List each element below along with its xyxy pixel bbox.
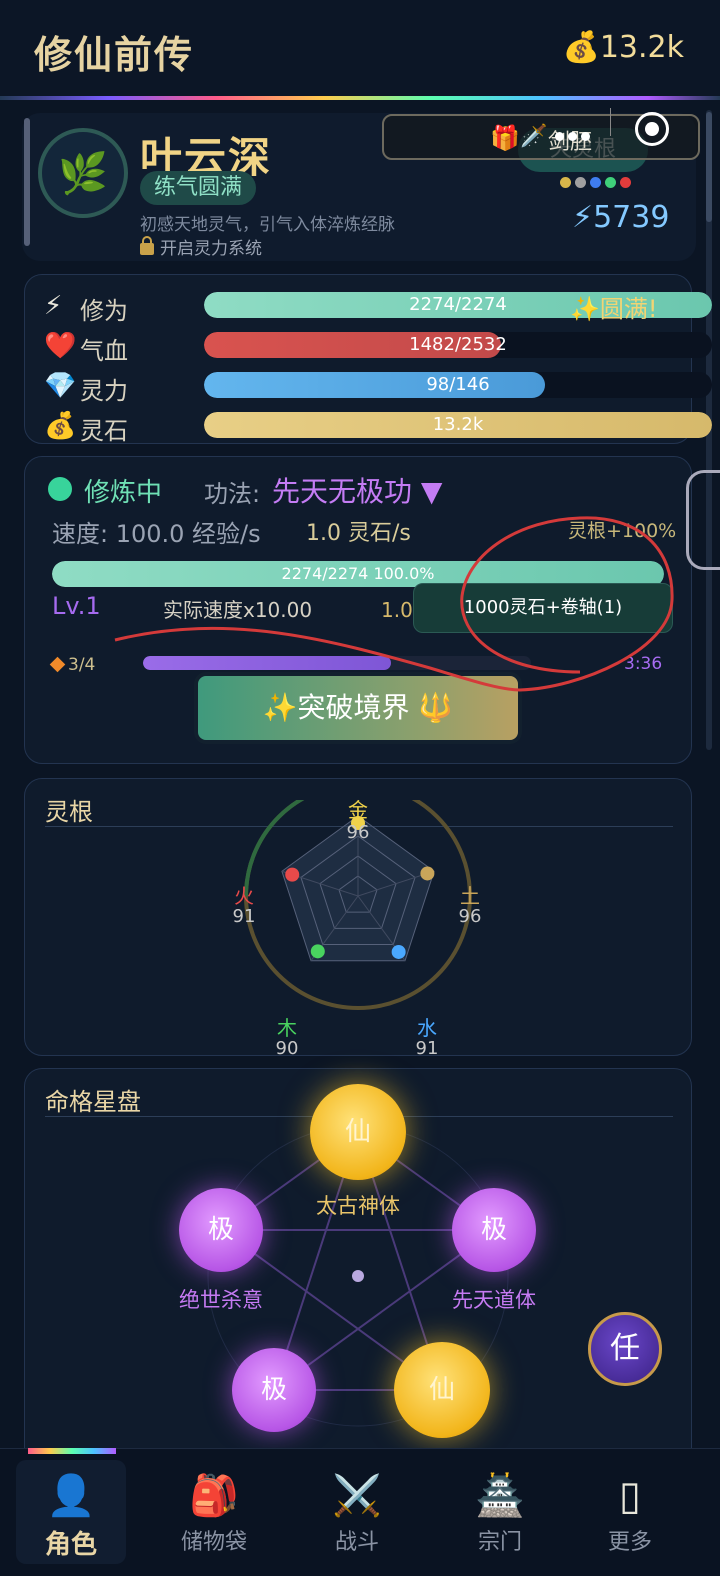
element-name: 木 bbox=[277, 1016, 297, 1040]
destiny-orb[interactable]: 仙 bbox=[394, 1342, 490, 1438]
nav-label: 宗门 bbox=[477, 1530, 522, 1555]
element-name: 火 bbox=[234, 884, 254, 908]
element-value: 96 bbox=[346, 822, 370, 843]
spirit-root-title: 灵根 bbox=[45, 798, 93, 826]
radar-point bbox=[285, 867, 300, 882]
radar-point bbox=[310, 944, 325, 959]
star-plate-title: 命格星盘 bbox=[45, 1088, 141, 1116]
nav-label: 角色 bbox=[44, 1530, 97, 1560]
person-icon: 👤 bbox=[46, 1473, 96, 1519]
nav-label: 战斗 bbox=[334, 1530, 379, 1555]
destiny-orb-name: 绝世杀意 bbox=[179, 1288, 263, 1312]
nav-battle[interactable]: ⚔️ 战斗 bbox=[302, 1460, 412, 1564]
nav-active-glow bbox=[28, 1448, 116, 1454]
destiny-orb-name: 太古神体 bbox=[316, 1194, 400, 1218]
element-value: 91 bbox=[232, 906, 256, 927]
nav-storage-bag[interactable]: 🎒 储物袋 bbox=[159, 1460, 269, 1564]
nav-more[interactable]: ▯ 更多 bbox=[575, 1460, 685, 1564]
element-name: 金 bbox=[348, 798, 368, 822]
destiny-orb[interactable]: 极 bbox=[232, 1348, 316, 1432]
radar-point bbox=[391, 944, 406, 959]
task-button[interactable]: 任 bbox=[588, 1312, 662, 1386]
destiny-orb[interactable]: 仙 bbox=[310, 1084, 406, 1180]
pagoda-icon: 🏯 bbox=[475, 1473, 525, 1519]
destiny-orb-name: 先天道体 bbox=[452, 1288, 536, 1312]
element-value: 96 bbox=[458, 906, 482, 927]
nav-label: 储物袋 bbox=[180, 1530, 247, 1555]
red-annotation-scribble bbox=[114, 516, 674, 692]
element-value: 90 bbox=[275, 1038, 299, 1059]
backpack-icon: 🎒 bbox=[189, 1473, 239, 1519]
destiny-orb[interactable]: 极 bbox=[179, 1188, 263, 1272]
nav-character[interactable]: 👤 角色 bbox=[16, 1460, 126, 1564]
element-name: 水 bbox=[417, 1016, 437, 1040]
element-value: 91 bbox=[415, 1038, 439, 1059]
radar-point bbox=[420, 866, 435, 881]
destiny-orb[interactable]: 极 bbox=[452, 1188, 536, 1272]
nav-label: 更多 bbox=[607, 1530, 652, 1555]
element-name: 土 bbox=[460, 884, 480, 908]
more-icon: ▯ bbox=[618, 1473, 641, 1519]
nav-sect[interactable]: 🏯 宗门 bbox=[445, 1460, 555, 1564]
crossed-swords-icon: ⚔️ bbox=[332, 1473, 382, 1519]
